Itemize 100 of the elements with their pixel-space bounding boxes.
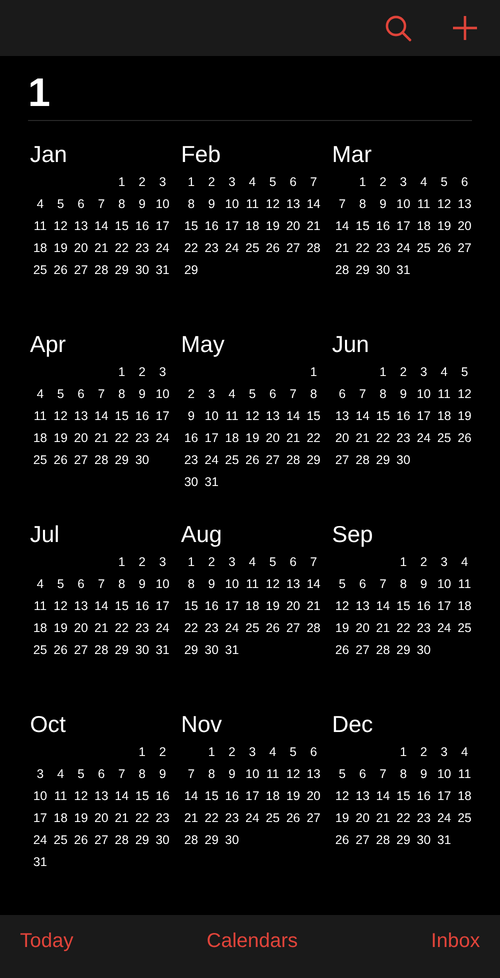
day-number[interactable]: 4	[461, 741, 468, 763]
day-number[interactable]: 21	[376, 807, 390, 829]
day-number[interactable]: 24	[33, 829, 48, 851]
day-number[interactable]: 10	[204, 405, 219, 427]
day-number[interactable]: 9	[159, 763, 166, 785]
add-icon[interactable]	[452, 15, 478, 41]
month-name[interactable]: Apr	[30, 331, 66, 357]
day-number[interactable]: 3	[248, 741, 256, 763]
day-number[interactable]: 31	[225, 639, 239, 661]
day-number[interactable]: 30	[135, 449, 150, 471]
day-number[interactable]: 26	[245, 449, 260, 471]
day-number[interactable]: 29	[306, 449, 320, 471]
month-name[interactable]: Aug	[181, 521, 222, 547]
day-number[interactable]: 19	[74, 807, 88, 829]
day-number[interactable]: 17	[245, 785, 260, 807]
day-number[interactable]: 16	[376, 215, 390, 237]
day-number[interactable]: 22	[184, 617, 198, 639]
day-number[interactable]: 13	[286, 193, 300, 215]
tab-button[interactable]: Today	[20, 930, 74, 953]
day-number[interactable]: 7	[98, 573, 105, 595]
day-number[interactable]: 16	[204, 215, 219, 237]
day-number[interactable]: 18	[416, 215, 431, 237]
day-number[interactable]: 13	[74, 405, 88, 427]
day-number[interactable]: 25	[225, 449, 239, 471]
day-number[interactable]: 12	[335, 785, 350, 807]
day-number[interactable]: 15	[114, 405, 129, 427]
day-number[interactable]: 6	[290, 551, 297, 573]
day-number[interactable]: 1	[118, 171, 126, 193]
day-number[interactable]: 18	[266, 785, 280, 807]
month-name[interactable]: Dec	[332, 711, 373, 737]
day-number[interactable]: 4	[248, 171, 256, 193]
day-number[interactable]: 23	[376, 237, 390, 259]
day-number[interactable]: 15	[356, 215, 370, 237]
day-number[interactable]: 23	[135, 617, 150, 639]
day-number[interactable]: 6	[78, 573, 84, 595]
day-number[interactable]: 27	[74, 639, 88, 661]
day-number[interactable]: 23	[204, 617, 219, 639]
day-number[interactable]: 20	[266, 427, 280, 449]
day-number[interactable]: 7	[380, 573, 386, 595]
day-number[interactable]: 21	[306, 595, 320, 617]
day-number[interactable]: 22	[135, 807, 150, 829]
day-number[interactable]: 29	[114, 639, 129, 661]
day-number[interactable]: 18	[54, 807, 68, 829]
day-number[interactable]: 20	[74, 237, 88, 259]
day-number[interactable]: 28	[114, 829, 129, 851]
day-number[interactable]: 1	[310, 361, 318, 383]
day-number[interactable]: 18	[225, 427, 239, 449]
day-number[interactable]: 11	[225, 405, 238, 427]
day-number[interactable]: 1	[359, 171, 366, 193]
day-number[interactable]: 21	[94, 237, 108, 259]
day-number[interactable]: 15	[114, 595, 129, 617]
day-number[interactable]: 11	[458, 573, 472, 595]
month-name[interactable]: May	[181, 331, 224, 357]
day-number[interactable]: 20	[286, 215, 300, 237]
day-number[interactable]: 29	[184, 639, 198, 661]
day-number[interactable]: 10	[156, 193, 170, 215]
day-number[interactable]: 12	[437, 193, 452, 215]
day-number[interactable]: 13	[356, 785, 370, 807]
day-number[interactable]: 2	[208, 551, 216, 573]
day-number[interactable]: 7	[290, 383, 297, 405]
day-number[interactable]: 26	[266, 617, 280, 639]
day-number[interactable]: 24	[416, 427, 431, 449]
day-number[interactable]: 29	[114, 259, 129, 281]
day-number[interactable]: 16	[416, 595, 431, 617]
day-number[interactable]: 25	[33, 259, 48, 281]
day-number[interactable]: 19	[266, 215, 280, 237]
day-number[interactable]: 12	[335, 595, 350, 617]
day-number[interactable]: 7	[118, 763, 126, 785]
day-number[interactable]: 26	[54, 449, 68, 471]
day-number[interactable]: 17	[396, 215, 410, 237]
day-number[interactable]: 11	[417, 193, 430, 215]
day-number[interactable]: 26	[286, 807, 300, 829]
day-number[interactable]: 15	[396, 595, 410, 617]
day-number[interactable]: 26	[266, 237, 280, 259]
day-number[interactable]: 26	[335, 639, 350, 661]
day-number[interactable]: 29	[135, 829, 150, 851]
day-number[interactable]: 18	[458, 785, 472, 807]
day-number[interactable]: 10	[396, 193, 410, 215]
day-number[interactable]: 1	[380, 361, 386, 383]
day-number[interactable]: 8	[138, 763, 146, 785]
day-number[interactable]: 19	[335, 617, 350, 639]
day-number[interactable]: 24	[204, 449, 219, 471]
day-number[interactable]: 4	[36, 383, 44, 405]
day-number[interactable]: 22	[204, 807, 219, 829]
search-icon[interactable]	[384, 14, 412, 42]
day-number[interactable]: 21	[286, 427, 300, 449]
day-number[interactable]: 8	[118, 383, 126, 405]
day-number[interactable]: 18	[245, 595, 260, 617]
day-number[interactable]: 3	[36, 763, 44, 785]
day-number[interactable]: 4	[269, 741, 276, 763]
day-number[interactable]: 12	[266, 193, 280, 215]
day-number[interactable]: 6	[269, 383, 276, 405]
day-number[interactable]: 23	[416, 807, 431, 829]
day-number[interactable]: 5	[269, 551, 276, 573]
day-number[interactable]: 14	[306, 193, 320, 215]
day-number[interactable]: 2	[188, 383, 195, 405]
day-number[interactable]: 25	[33, 449, 48, 471]
day-number[interactable]: 18	[33, 617, 48, 639]
day-number[interactable]: 4	[420, 171, 428, 193]
day-number[interactable]: 21	[306, 215, 320, 237]
